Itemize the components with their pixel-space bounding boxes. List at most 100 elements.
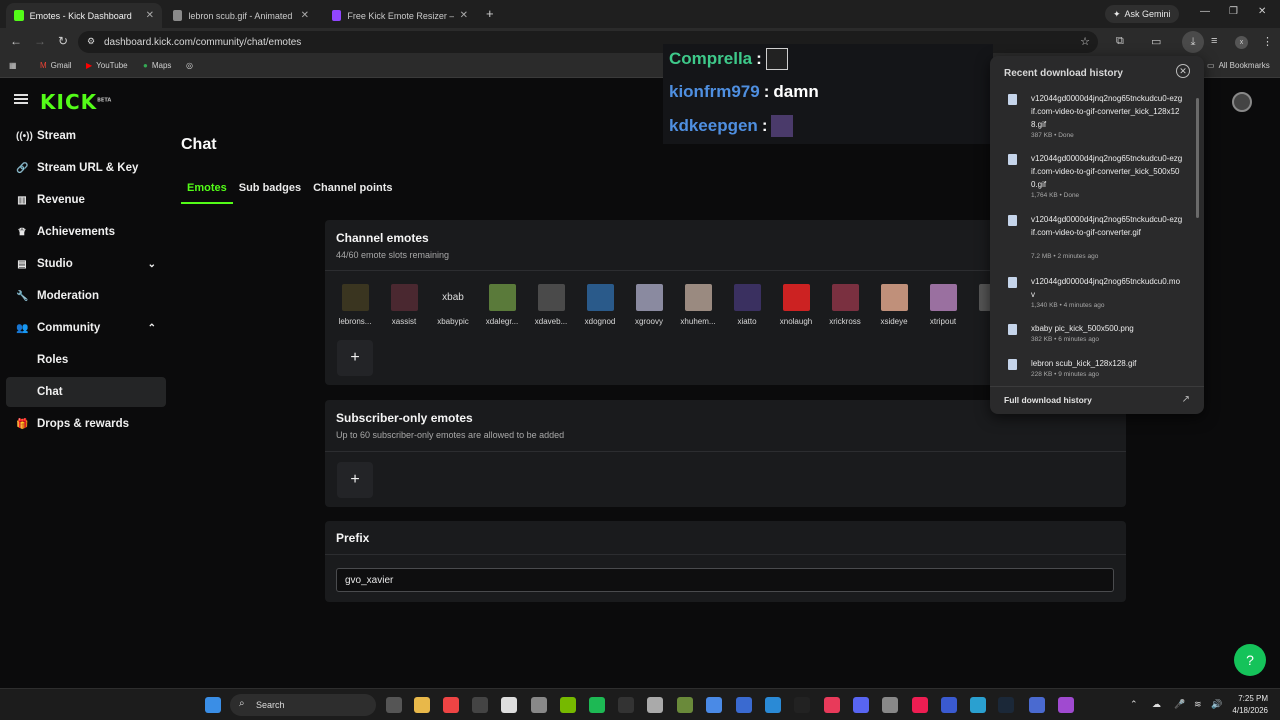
site-info-icon[interactable]: ⚙	[87, 36, 95, 47]
taskbar-search[interactable]: ⌕ Search	[230, 694, 376, 716]
emote-item[interactable]: lebrons...	[333, 284, 377, 326]
emote-item[interactable]: xiatto	[725, 284, 769, 326]
bookmark-star-icon[interactable]: ☆	[1080, 35, 1090, 48]
emote-item[interactable]: xrickross	[823, 284, 867, 326]
sidebar-item-chat[interactable]: Chat	[6, 377, 166, 407]
chrome-active-icon[interactable]	[706, 697, 722, 713]
discord-icon[interactable]	[853, 697, 869, 713]
browser-tab-lebron[interactable]: lebron scub.gif - Animated image ✕	[165, 3, 317, 28]
emote-item[interactable]: xdaveb...	[529, 284, 573, 326]
folder-icon[interactable]	[414, 697, 430, 713]
sidebar-item-achievements[interactable]: ♛ Achievements	[6, 217, 166, 247]
add-channel-emote-button[interactable]: +	[337, 340, 373, 376]
close-tab-icon[interactable]: ✕	[146, 10, 154, 21]
photos-icon[interactable]	[765, 697, 781, 713]
browser-tab-emotes[interactable]: Emotes - Kick Dashboard ✕	[6, 3, 162, 28]
emote-item[interactable]: xdognod	[578, 284, 622, 326]
chrome-icon[interactable]	[443, 697, 459, 713]
wifi-icon[interactable]: ≋	[1194, 699, 1202, 710]
minecraft-icon[interactable]	[677, 697, 693, 713]
emote-item[interactable]: xbab xbabypic	[431, 284, 475, 326]
emote-item[interactable]: xtripout	[921, 284, 965, 326]
minimize-icon[interactable]: —	[1200, 6, 1210, 17]
settings-icon[interactable]	[531, 697, 547, 713]
tray-chevron-icon[interactable]: ⌃	[1130, 699, 1138, 710]
user-avatar[interactable]	[1232, 92, 1252, 112]
spotify-icon[interactable]	[589, 697, 605, 713]
prefix-input[interactable]: gvo_xavier	[336, 568, 1114, 592]
sidebar-item-drops[interactable]: 🎁 Drops & rewards	[6, 409, 166, 439]
extensions-icon[interactable]: ⧉	[1116, 35, 1124, 48]
kick-logo[interactable]: KICKBETA	[40, 90, 111, 114]
forward-arrow-icon[interactable]: →	[34, 34, 46, 48]
sidebar-item-community[interactable]: 👥 Community ⌃	[6, 313, 166, 343]
add-subscriber-emote-button[interactable]: +	[337, 462, 373, 498]
tab-emotes[interactable]: Emotes	[181, 180, 233, 204]
browser-tab-resizer[interactable]: Free Kick Emote Resizer – Resize ✕	[324, 3, 476, 28]
onenote-icon[interactable]	[1058, 697, 1074, 713]
sidebar-item-roles[interactable]: Roles	[6, 345, 166, 375]
bookmark-gmail[interactable]: M Gmail	[40, 61, 72, 70]
tab-channel-points[interactable]: Channel points	[307, 180, 398, 204]
hamburger-menu-icon[interactable]	[14, 94, 28, 104]
all-bookmarks[interactable]: ▭ All Bookmarks	[1207, 61, 1270, 70]
close-icon[interactable]: ✕	[1176, 64, 1190, 78]
app-icon[interactable]	[794, 697, 810, 713]
sidebar-item-revenue[interactable]: ▥ Revenue	[6, 185, 166, 215]
back-arrow-icon[interactable]: ←	[10, 34, 22, 48]
file-explorer-icon[interactable]	[386, 697, 402, 713]
close-window-icon[interactable]: ✕	[1258, 6, 1266, 17]
arc-icon[interactable]	[824, 697, 840, 713]
bookmark-maps[interactable]: ● Maps	[143, 61, 171, 70]
close-tab-icon[interactable]: ✕	[301, 10, 309, 21]
sidebar-item-moderation[interactable]: 🔧 Moderation	[6, 281, 166, 311]
apps-grid-icon[interactable]: ▦	[9, 61, 17, 70]
full-download-history-link[interactable]: Full download history	[1004, 395, 1092, 405]
emote-thumbnail	[733, 284, 761, 311]
microphone-icon[interactable]: 🎤	[1174, 699, 1185, 710]
sidebar-item-label: Moderation	[37, 290, 99, 302]
sidebar-item-stream-url[interactable]: 🔗 Stream URL & Key	[6, 153, 166, 183]
support-chat-button[interactable]: ?	[1234, 644, 1266, 676]
lg-icon[interactable]	[647, 697, 663, 713]
volume-icon[interactable]: 🔊	[1211, 699, 1222, 710]
tiktok-icon[interactable]	[912, 697, 928, 713]
steam-icon[interactable]	[472, 697, 488, 713]
cloud-icon[interactable]: ☁	[1152, 699, 1161, 710]
emote-item[interactable]: xdalegr...	[480, 284, 524, 326]
download-icon[interactable]: ⤓	[1182, 31, 1204, 53]
tab-sub-badges[interactable]: Sub badges	[233, 180, 307, 204]
tool-icon[interactable]	[882, 697, 898, 713]
steam-app-icon[interactable]	[998, 697, 1014, 713]
emote-item[interactable]: xhuhem...	[676, 284, 720, 326]
image-app-icon[interactable]	[970, 697, 986, 713]
window-icon[interactable]	[736, 697, 752, 713]
globe-icon[interactable]: ◎	[186, 61, 193, 70]
cast-icon[interactable]: ▭	[1151, 35, 1161, 48]
reading-list-icon[interactable]: ≡	[1211, 35, 1217, 47]
maximize-icon[interactable]: ❐	[1229, 6, 1238, 17]
f-app-icon[interactable]	[501, 697, 517, 713]
download-meta: 387 KB • Done	[1031, 132, 1074, 139]
emote-item[interactable]: xgroovy	[627, 284, 671, 326]
reload-icon[interactable]: ↻	[58, 34, 68, 48]
emote-item[interactable]: xassist	[382, 284, 426, 326]
profile-avatar[interactable]: x	[1235, 36, 1248, 49]
sidebar-item-stream[interactable]: ((•)) Stream	[6, 121, 166, 151]
emote-item[interactable]: xsideye	[872, 284, 916, 326]
music-icon[interactable]	[941, 697, 957, 713]
emote-item[interactable]: xnolaugh	[774, 284, 818, 326]
open-external-icon[interactable]: ↗	[1182, 394, 1190, 405]
bookmark-youtube[interactable]: ▶ YouTube	[86, 61, 128, 70]
ask-gemini-button[interactable]: ✦ Ask Gemini	[1105, 5, 1179, 23]
epic-games-icon[interactable]	[618, 697, 634, 713]
windows-start-icon[interactable]	[205, 697, 221, 713]
more-menu-icon[interactable]: ⋮	[1262, 35, 1273, 48]
taskbar-clock[interactable]: 7:25 PM 4/18/2026	[1228, 693, 1268, 717]
sidebar-item-studio[interactable]: ▤ Studio ⌄	[6, 249, 166, 279]
close-tab-icon[interactable]: ✕	[460, 10, 468, 21]
nvidia-icon[interactable]	[560, 697, 576, 713]
new-tab-button[interactable]: +	[486, 6, 494, 21]
m-app-icon[interactable]	[1029, 697, 1045, 713]
downloads-scrollbar[interactable]	[1196, 98, 1199, 218]
